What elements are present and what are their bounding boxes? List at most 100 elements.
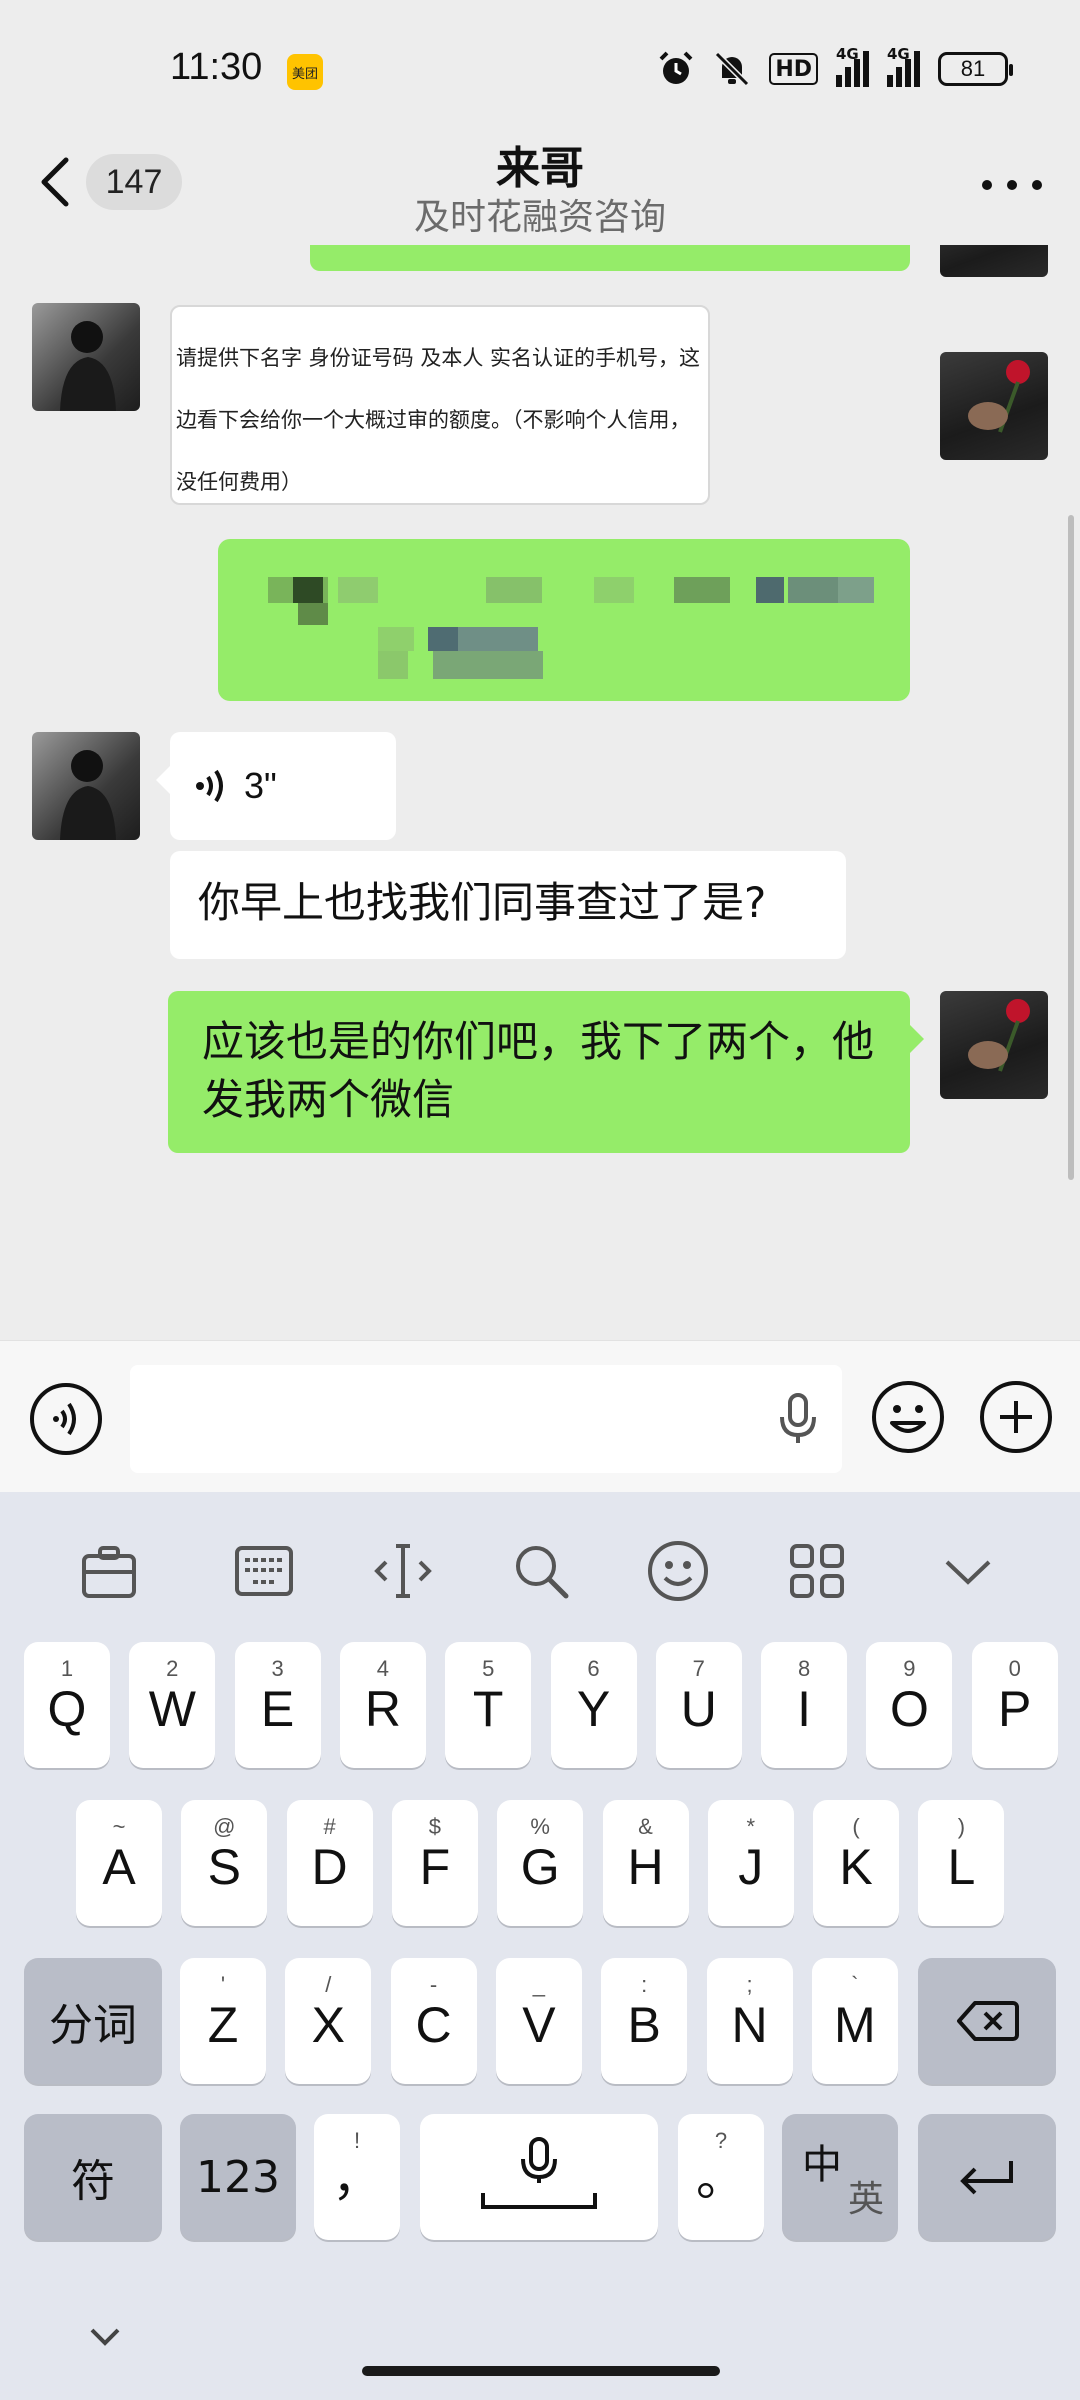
period-key[interactable]: ? 。 [678,2114,764,2240]
home-indicator[interactable] [362,2366,720,2376]
key-s[interactable]: @ S [181,1800,268,1926]
key-primary-label: Z [207,1997,239,2053]
key-r[interactable]: 4R [339,1642,426,1768]
key-w[interactable]: 2W [129,1642,216,1768]
sent-blurred-message[interactable] [218,539,910,701]
received-message[interactable]: 你早上也找我们同事查过了是? [170,851,846,959]
key-primary-label: U [680,1681,717,1737]
key-secondary-label: ; [746,1972,753,1997]
key-secondary-label: ~ [112,1814,126,1839]
key-a[interactable]: ~ A [76,1800,162,1926]
emoji-icon[interactable] [645,1538,711,1604]
key-secondary-label: $ [428,1814,442,1839]
key-secondary-label: 2 [166,1656,179,1681]
voice-input-toggle-icon[interactable] [28,1381,104,1457]
key-secondary-label: 0 [1008,1656,1021,1681]
symbols-key[interactable]: 符 [24,2114,162,2240]
key-f[interactable]: $ F [391,1800,478,1926]
key-o[interactable]: 9O [866,1642,953,1768]
key-secondary-label: ( [852,1814,860,1839]
keyboard-layout-icon[interactable] [231,1538,297,1604]
key-i[interactable]: 8I [761,1642,848,1768]
enter-key[interactable] [918,2114,1056,2240]
key-l[interactable]: ) L [918,1800,1005,1926]
emoji-icon[interactable] [870,1379,946,1455]
key-q[interactable]: 1Q [24,1642,110,1768]
mute-bell-icon [715,51,750,87]
key-primary-label: G [520,1839,560,1895]
key-b[interactable]: :B [601,1958,688,2084]
key-y[interactable]: 6Y [550,1642,637,1768]
key-primary-label: H [627,1839,664,1895]
key-p[interactable]: 0P [971,1642,1058,1768]
my-avatar[interactable] [940,991,1048,1099]
key-primary-label: V [522,1997,556,2053]
clipboard-icon[interactable] [76,1538,142,1604]
key-h[interactable]: & H [602,1800,689,1926]
key-n[interactable]: ; N [706,1958,793,2084]
key-secondary-label: * [746,1814,756,1839]
key-c[interactable]: -C [390,1958,477,2084]
key-secondary-label: _ [532,1972,546,1997]
sent-message[interactable]: 应该也是的你们吧，我下了两个，他发我两个微信 [168,991,924,1153]
numbers-key[interactable]: 123 [180,2114,296,2240]
key-secondary-label: ` [851,1972,859,1997]
key-m[interactable]: ` M [811,1958,898,2084]
my-avatar[interactable] [940,352,1048,460]
hide-keyboard-chevron-icon[interactable] [88,2324,122,2348]
my-avatar[interactable] [940,245,1048,277]
message-list[interactable]: 请提供下名字 身份证号码 及本人 实名认证的手机号，这边看下会给你一个大概过审的… [0,245,1080,1340]
key-z[interactable]: ' Z [180,1958,266,2084]
hd-voice-icon: HD [769,53,818,85]
meituan-app-icon: 美团 [287,54,323,90]
voice-message[interactable]: 3" [156,732,396,840]
cursor-move-icon[interactable] [370,1538,436,1604]
more-options-button[interactable] [982,170,1042,200]
key-e[interactable]: 3E [234,1642,321,1768]
plus-icon[interactable] [978,1379,1054,1455]
key-primary-label: I [797,1681,812,1737]
key-t[interactable]: 5T [445,1642,532,1768]
key-secondary-label: % [530,1814,550,1839]
key-primary-label: A [102,1839,136,1895]
key-x[interactable]: / X [285,1958,372,2084]
key-g[interactable]: % G [497,1800,584,1926]
rose-icon [968,360,1030,433]
chat-subtitle: 及时花融资咨询 [413,197,666,238]
key-secondary-label: ) [957,1814,966,1839]
scrollbar[interactable] [1068,515,1074,1180]
key-primary-label: F [419,1839,451,1895]
key-primary-label: N [731,1997,768,2053]
backspace-icon [957,2001,1019,2041]
message-input[interactable] [130,1365,842,1473]
signal-icon: 4G [836,45,869,87]
microphone-icon[interactable] [778,1393,818,1445]
key-secondary-label: # [323,1814,336,1839]
key-v[interactable]: _ V [495,1958,582,2084]
comma-key[interactable]: ! ， [314,2114,400,2240]
segment-key[interactable]: 分词 [24,1958,162,2084]
language-switch-key[interactable]: 中 英 [782,2114,898,2240]
key-d[interactable]: # D [286,1800,373,1926]
key-secondary-label: 4 [376,1656,390,1681]
chevron-down-icon[interactable] [935,1538,1001,1604]
keyboard: 1Q2W3E4R5T6Y7U8I9O0P ~ A @ S # D $ F% G & H * J(K) L … [0,1492,1080,2400]
key-primary-label: D [311,1839,348,1895]
key-primary-label: O [889,1681,929,1737]
alarm-icon [659,51,693,84]
key-j[interactable]: * J [707,1800,794,1926]
space-key[interactable] [420,2114,658,2240]
image-message[interactable]: 请提供下名字 身份证号码 及本人 实名认证的手机号，这边看下会给你一个大概过审的… [170,305,710,505]
key-k[interactable]: (K [813,1800,900,1926]
key-secondary-label: : [641,1972,648,1997]
key-primary-label: E [260,1681,295,1737]
key-u[interactable]: 7U [655,1642,742,1768]
contact-avatar[interactable] [32,303,140,411]
backspace-key[interactable] [918,1958,1056,2084]
key-primary-label: J [738,1839,764,1895]
apps-grid-icon[interactable] [784,1538,850,1604]
search-icon[interactable] [508,1538,574,1604]
sent-message-partial[interactable] [310,245,910,271]
contact-avatar[interactable] [32,732,140,840]
battery-icon: 81 [938,52,1013,86]
